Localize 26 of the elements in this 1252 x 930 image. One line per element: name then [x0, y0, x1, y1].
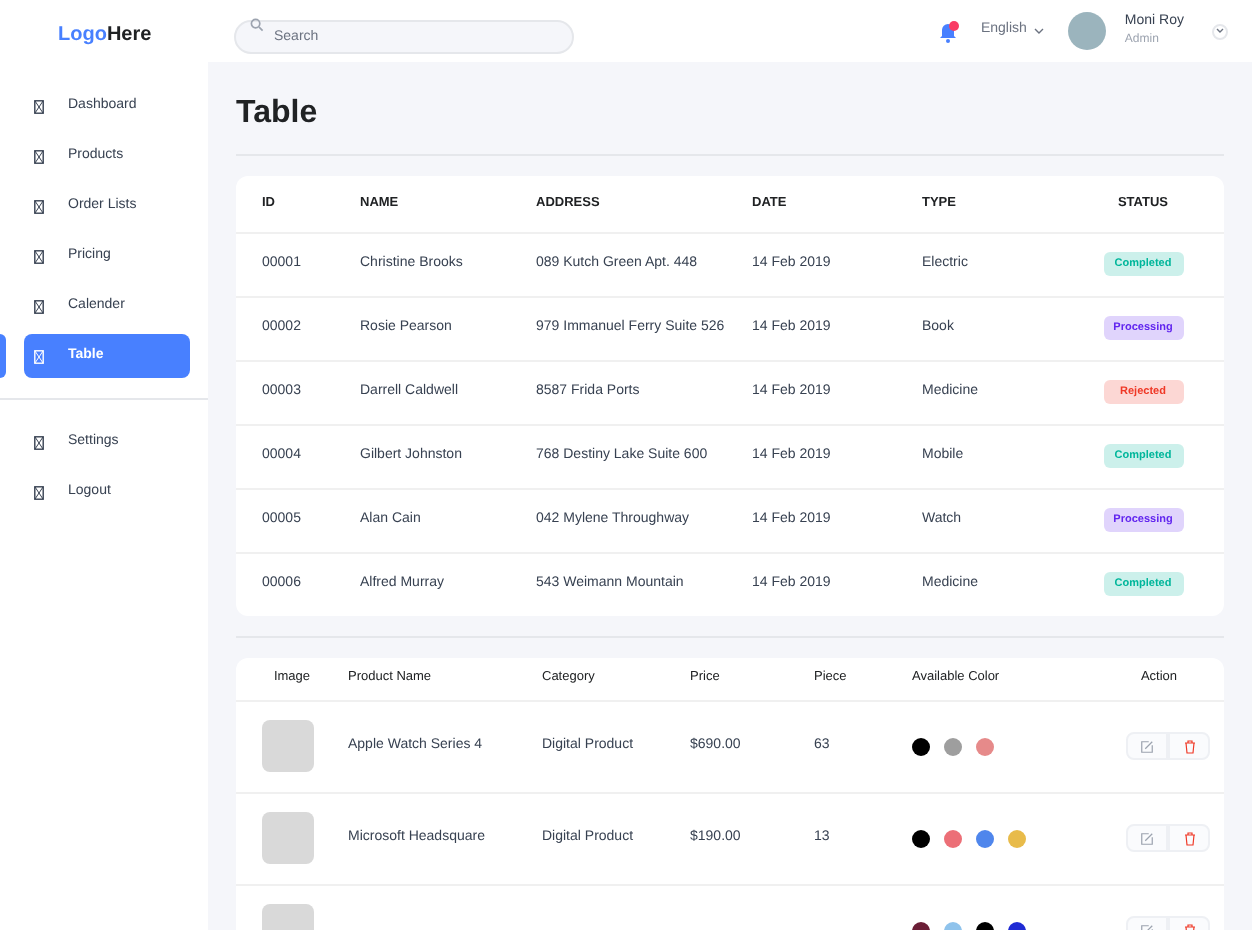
edit-icon [1140, 831, 1154, 845]
edit-icon [1140, 739, 1154, 753]
avatar [1068, 12, 1107, 50]
delete-button[interactable] [1168, 732, 1210, 760]
photo-placeholder [262, 812, 314, 864]
logo: LogoHere [58, 23, 152, 45]
search-icon [250, 17, 264, 31]
page-title: Table [236, 94, 320, 134]
photo-placeholder [262, 720, 314, 772]
placeholder-icon [34, 199, 44, 213]
placeholder-icon [34, 99, 44, 113]
edit-button[interactable] [1126, 824, 1168, 852]
placeholder-icon [34, 249, 44, 263]
placeholder-icon [34, 349, 44, 363]
placeholder-icon [34, 149, 44, 163]
trash-icon [1183, 739, 1195, 753]
placeholder-icon [34, 435, 44, 449]
delete-button[interactable] [1168, 824, 1210, 852]
caret-icon [1034, 28, 1045, 34]
bell-icon[interactable] [936, 19, 961, 43]
caret-icon [1216, 28, 1224, 34]
edit-button[interactable] [1126, 732, 1168, 760]
trash-icon [1183, 831, 1195, 845]
placeholder-icon [34, 485, 44, 499]
account-menu-button[interactable] [1212, 23, 1228, 39]
placeholder-icon [34, 299, 44, 313]
